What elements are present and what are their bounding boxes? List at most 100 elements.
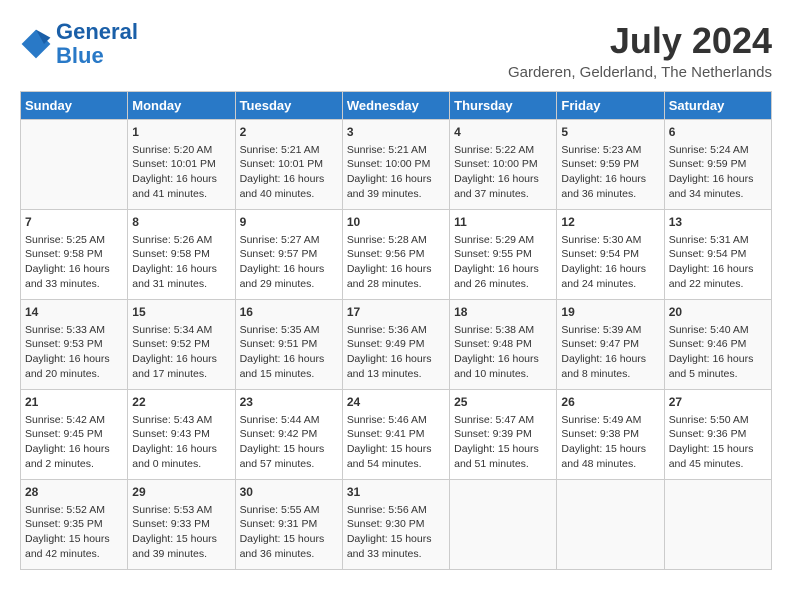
day-info-line: Daylight: 16 hours (347, 263, 432, 275)
day-info-line: and 54 minutes. (347, 458, 422, 470)
calendar-cell: 20Sunrise: 5:40 AMSunset: 9:46 PMDayligh… (664, 300, 771, 390)
day-info-line: Daylight: 16 hours (132, 443, 217, 455)
day-info: Sunrise: 5:44 AMSunset: 9:42 PMDaylight:… (240, 413, 338, 472)
day-info-line: Daylight: 16 hours (454, 263, 539, 275)
day-info-line: and 28 minutes. (347, 278, 422, 290)
day-number: 29 (132, 484, 230, 501)
day-info-line: Sunset: 9:38 PM (561, 428, 639, 440)
day-info-line: Daylight: 16 hours (132, 353, 217, 365)
day-info-line: Sunset: 9:59 PM (561, 158, 639, 170)
week-row-1: 1 Sunrise: 5:20 AM Sunset: 10:01 PM Dayligh… (21, 120, 772, 210)
day-number: 5 (561, 124, 659, 141)
day-info-line: Sunrise: 5:36 AM (347, 324, 427, 336)
day-info: Sunrise: 5:55 AMSunset: 9:31 PMDaylight:… (240, 503, 338, 562)
day-info-line: Daylight: 16 hours (25, 443, 110, 455)
day-info-line: Daylight: 16 hours (669, 353, 754, 365)
day-number: 1 (132, 124, 230, 141)
day-info-line: Sunrise: 5:33 AM (25, 324, 105, 336)
calendar-cell (557, 480, 664, 570)
calendar-table: SundayMondayTuesdayWednesdayThursdayFrid… (20, 91, 772, 570)
calendar-cell: 1Sunrise: 5:20 AMSunset: 10:01 PMDayligh… (128, 120, 235, 210)
header-cell-wednesday: Wednesday (342, 92, 449, 120)
day-info-line: and 13 minutes. (347, 368, 422, 380)
day-info: Sunrise: 5:34 AM Sunset: 9:52 PM Daylight:… (132, 323, 230, 382)
day-info-line: Sunset: 10:01 PM (132, 158, 215, 170)
day-info: Sunrise: 5:33 AMSunset: 9:53 PMDaylight:… (25, 323, 123, 382)
header-cell-sunday: Sunday (21, 92, 128, 120)
logo-line2: Blue (56, 43, 104, 68)
day-info-line: and 24 minutes. (561, 278, 636, 290)
day-info-line: Sunset: 9:41 PM (347, 428, 425, 440)
day-info-line: Daylight: 15 hours (132, 533, 217, 545)
calendar-cell: 15 Sunrise: 5:34 AM Sunset: 9:52 PM Dayligh… (128, 300, 235, 390)
calendar-cell: 3Sunrise: 5:21 AMSunset: 10:00 PMDayligh… (342, 120, 449, 210)
day-info: Sunrise: 5:31 AMSunset: 9:54 PMDaylight:… (669, 233, 767, 292)
calendar-cell (450, 480, 557, 570)
day-info-line: Sunset: 9:46 PM (669, 338, 747, 350)
day-info: Sunrise: 5:28 AMSunset: 9:56 PMDaylight:… (347, 233, 445, 292)
day-info-line: and 10 minutes. (454, 368, 529, 380)
day-info: Sunrise: 5:56 AMSunset: 9:30 PMDaylight:… (347, 503, 445, 562)
day-info-line: Sunrise: 5:38 AM (454, 324, 534, 336)
day-info-line: Sunset: 9:52 PM (132, 338, 210, 350)
day-info-line: Sunset: 10:00 PM (454, 158, 537, 170)
day-info-line: Sunrise: 5:27 AM (240, 234, 320, 246)
day-info-line: Sunrise: 5:30 AM (561, 234, 641, 246)
day-info-line: and 51 minutes. (454, 458, 529, 470)
header-cell-thursday: Thursday (450, 92, 557, 120)
day-info-line: and 40 minutes. (240, 188, 315, 200)
day-info-line: and 33 minutes. (347, 548, 422, 560)
day-info-line: and 5 minutes. (669, 368, 738, 380)
day-info-line: Sunrise: 5:34 AM (132, 324, 212, 336)
calendar-cell: 11Sunrise: 5:29 AMSunset: 9:55 PMDayligh… (450, 210, 557, 300)
day-info-line: Daylight: 16 hours (240, 353, 325, 365)
day-info-line: Sunset: 9:43 PM (132, 428, 210, 440)
calendar-cell: 18Sunrise: 5:38 AMSunset: 9:48 PMDayligh… (450, 300, 557, 390)
day-info-line: Sunrise: 5:20 AM (132, 144, 212, 156)
day-info-line: Sunset: 9:30 PM (347, 518, 425, 530)
calendar-cell: 31 Sunrise: 5:56 AMSunset: 9:30 PMDayligh… (342, 480, 449, 570)
day-number: 15 (132, 304, 230, 321)
day-info: Sunrise: 5:21 AMSunset: 10:00 PMDaylight… (347, 143, 445, 202)
day-info-line: Sunrise: 5:52 AM (25, 504, 105, 516)
calendar-cell: 24Sunrise: 5:46 AMSunset: 9:41 PMDayligh… (342, 390, 449, 480)
day-number: 10 (347, 214, 445, 231)
day-number: 4 (454, 124, 552, 141)
day-info-line: Daylight: 16 hours (454, 353, 539, 365)
day-info-line: Sunset: 9:59 PM (669, 158, 747, 170)
day-info-line: Sunrise: 5:47 AM (454, 414, 534, 426)
week-row-3: 14Sunrise: 5:33 AMSunset: 9:53 PMDayligh… (21, 300, 772, 390)
day-info-line: Sunset: 9:47 PM (561, 338, 639, 350)
calendar-cell (21, 120, 128, 210)
day-info-line: Daylight: 15 hours (347, 443, 432, 455)
day-info: Sunrise: 5:30 AMSunset: 9:54 PMDaylight:… (561, 233, 659, 292)
header-cell-monday: Monday (128, 92, 235, 120)
day-number: 2 (240, 124, 338, 141)
day-info-line: and 36 minutes. (561, 188, 636, 200)
day-info: Sunrise: 5:53 AMSunset: 9:33 PMDaylight:… (132, 503, 230, 562)
day-info-line: Daylight: 16 hours (25, 263, 110, 275)
day-info-line: Daylight: 15 hours (240, 533, 325, 545)
day-info-line: Daylight: 16 hours (454, 173, 539, 185)
day-info-line: Sunset: 9:33 PM (132, 518, 210, 530)
calendar-body: 1 Sunrise: 5:20 AM Sunset: 10:01 PM Dayligh… (21, 120, 772, 570)
day-info-line: Sunset: 9:53 PM (25, 338, 103, 350)
calendar-cell: 10 Sunrise: 5:28 AMSunset: 9:56 PMDayligh… (342, 210, 449, 300)
day-info-line: and 37 minutes. (454, 188, 529, 200)
day-number: 17 (347, 304, 445, 321)
week-row-2: 7Sunrise: 5:25 AMSunset: 9:58 PMDaylight… (21, 210, 772, 300)
day-number: 31 (347, 484, 445, 501)
day-info-line: Daylight: 16 hours (669, 263, 754, 275)
day-info-line: and 20 minutes. (25, 368, 100, 380)
day-info-line: Daylight: 16 hours (669, 173, 754, 185)
day-info-line: Sunrise: 5:35 AM (240, 324, 320, 336)
day-number: 24 (347, 394, 445, 411)
day-info: Sunrise: 5:39 AMSunset: 9:47 PMDaylight:… (561, 323, 659, 382)
week-row-4: 21Sunrise: 5:42 AMSunset: 9:45 PMDayligh… (21, 390, 772, 480)
day-info-line: Sunrise: 5:49 AM (561, 414, 641, 426)
day-info-line: Daylight: 16 hours (561, 353, 646, 365)
day-info: Sunrise: 5:50 AMSunset: 9:36 PMDaylight:… (669, 413, 767, 472)
calendar-cell: 4Sunrise: 5:22 AMSunset: 10:00 PMDayligh… (450, 120, 557, 210)
day-info-line: Sunset: 10:01 PM (240, 158, 323, 170)
day-number: 11 (454, 214, 552, 231)
